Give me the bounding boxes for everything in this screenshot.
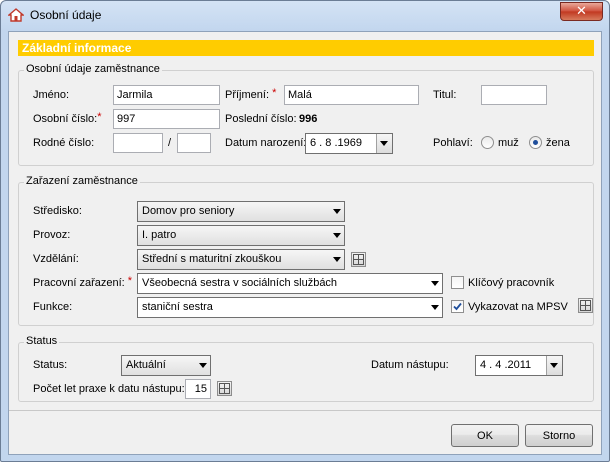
title-field[interactable] — [481, 85, 547, 105]
grid-icon — [353, 254, 364, 265]
first-name-field[interactable]: Jarmila — [113, 85, 220, 105]
dialog-client: Základní informace Osobní údaje zaměstna… — [8, 31, 602, 455]
practice-calc-icon[interactable] — [217, 381, 232, 396]
job-position-select[interactable]: Všeobecná sestra v sociálních službách — [137, 273, 443, 294]
last-name-field[interactable]: Malá — [284, 85, 419, 105]
personal-number-label: Osobní číslo:* — [33, 111, 102, 125]
report-mpsv-label[interactable]: Vykazovat na MPSV — [468, 301, 568, 313]
status-legend: Status — [24, 335, 60, 347]
start-date-dropdown-button[interactable] — [546, 356, 562, 375]
center-label: Středisko: — [33, 205, 82, 217]
function-select[interactable]: staniční sestra — [137, 297, 443, 318]
key-worker-checkbox[interactable] — [451, 276, 464, 289]
last-number-label: Poslední číslo: — [225, 113, 297, 125]
grid-icon — [580, 300, 591, 311]
practice-years-field[interactable]: 15 — [185, 379, 211, 399]
window-title: Osobní údaje — [30, 8, 102, 22]
status-group: Status Status: Aktuální Datum nástupu: 4… — [18, 335, 594, 402]
birth-date-dropdown-button[interactable] — [376, 134, 392, 153]
operation-value: I. patro — [142, 229, 177, 241]
chevron-down-icon — [431, 305, 439, 310]
first-name-label: Jméno: — [33, 89, 70, 101]
chevron-down-icon — [550, 363, 558, 368]
practice-years-label: Počet let praxe k datu nástupu: — [33, 383, 185, 395]
report-mpsv-checkbox[interactable] — [451, 300, 464, 313]
function-label: Funkce: — [33, 301, 73, 313]
required-mark: * — [97, 111, 102, 123]
personal-info-group: Osobní údaje zaměstnance Jméno: Jarmila … — [18, 63, 594, 166]
title-bar[interactable]: Osobní údaje ✕ — [1, 1, 609, 29]
center-value: Domov pro seniory — [142, 205, 235, 217]
dialog-window: Osobní údaje ✕ Základní informace Osobní… — [0, 0, 610, 462]
chevron-down-icon — [199, 363, 207, 368]
education-label: Vzdělání: — [33, 253, 79, 265]
birth-number-part1-field[interactable] — [113, 133, 163, 153]
start-date-picker[interactable]: 4 . 4 .2011 — [475, 355, 563, 376]
birth-number-separator: / — [168, 137, 172, 149]
operation-select[interactable]: I. patro — [137, 225, 345, 246]
cancel-button[interactable]: Storno — [525, 424, 593, 447]
gender-male-radio[interactable] — [481, 136, 494, 149]
chevron-down-icon — [333, 257, 341, 262]
function-value: staniční sestra — [142, 301, 213, 313]
status-select[interactable]: Aktuální — [121, 355, 211, 376]
gender-female-label[interactable]: žena — [546, 137, 570, 149]
status-value: Aktuální — [126, 359, 166, 371]
mpsv-report-icon[interactable] — [578, 298, 593, 313]
title-label: Titul: — [433, 89, 457, 101]
last-name-label: Příjmení: * — [225, 87, 277, 101]
center-select[interactable]: Domov pro seniory — [137, 201, 345, 222]
gender-male-label[interactable]: muž — [498, 137, 519, 149]
assignment-group: Zařazení zaměstnance Středisko: Domov pr… — [18, 175, 594, 326]
education-select[interactable]: Střední s maturitní zkouškou — [137, 249, 345, 270]
birth-number-label: Rodné číslo: — [33, 137, 95, 149]
ok-button[interactable]: OK — [451, 424, 519, 447]
last-name-label-text: Příjmení: — [225, 89, 270, 101]
assignment-legend: Zařazení zaměstnance — [24, 175, 140, 187]
home-icon — [8, 8, 24, 22]
close-icon: ✕ — [576, 4, 587, 19]
personal-info-legend: Osobní údaje zaměstnance — [24, 63, 162, 75]
gender-label: Pohlaví: — [433, 137, 473, 149]
required-mark: * — [272, 87, 277, 99]
chevron-down-icon — [380, 141, 388, 146]
footer-divider — [9, 410, 601, 411]
education-value: Střední s maturitní zkouškou — [142, 253, 282, 265]
chevron-down-icon — [333, 233, 341, 238]
grid-icon — [219, 383, 230, 394]
section-banner: Základní informace — [18, 40, 594, 56]
status-label: Status: — [33, 359, 68, 371]
job-position-value: Všeobecná sestra v sociálních službách — [142, 277, 338, 289]
birth-date-picker[interactable]: 6 . 8 .1969 — [305, 133, 393, 154]
required-mark: * — [127, 275, 133, 287]
last-number-value: 996 — [299, 113, 318, 125]
birth-date-value: 6 . 8 .1969 — [310, 137, 362, 149]
mpsv-lookup-icon[interactable] — [351, 252, 366, 267]
chevron-down-icon — [333, 209, 341, 214]
personal-number-field[interactable]: 997 — [113, 109, 220, 129]
close-button[interactable]: ✕ — [560, 2, 603, 21]
chevron-down-icon — [431, 281, 439, 286]
job-position-label: Pracovní zařazení: * — [33, 275, 133, 289]
job-position-label-text: Pracovní zařazení: — [33, 277, 125, 289]
birth-date-label: Datum narození: — [225, 137, 307, 149]
personal-number-label-text: Osobní číslo: — [33, 113, 98, 125]
start-date-label: Datum nástupu: — [371, 359, 449, 371]
key-worker-label[interactable]: Klíčový pracovník — [468, 277, 554, 289]
start-date-value: 4 . 4 .2011 — [480, 359, 532, 371]
birth-number-part2-field[interactable] — [177, 133, 211, 153]
gender-female-radio[interactable] — [529, 136, 542, 149]
check-icon — [453, 302, 462, 311]
operation-label: Provoz: — [33, 229, 71, 241]
